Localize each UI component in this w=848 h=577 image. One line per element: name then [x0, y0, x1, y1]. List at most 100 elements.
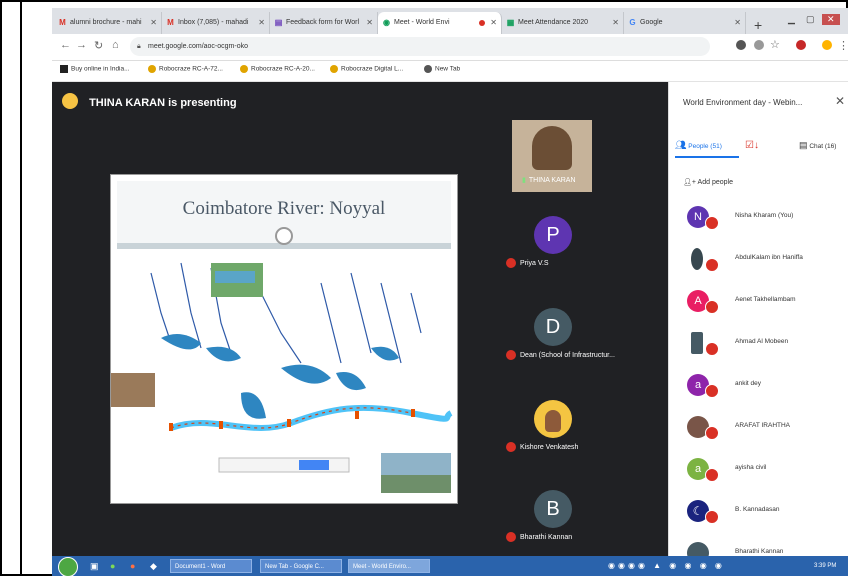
mic-off-icon	[506, 532, 516, 542]
list-item[interactable]: A Aenet Takhellambam	[669, 282, 848, 324]
taskbar-word[interactable]: Document1 - Word	[170, 559, 252, 573]
new-tab-button[interactable]: +	[754, 18, 762, 32]
close-icon[interactable]: ✕	[258, 12, 265, 34]
participant-name: Dean (School of Infrastructur...	[506, 350, 615, 360]
bookmark-item[interactable]: Buy online in India...	[60, 65, 130, 73]
star-icon[interactable]: ☆	[770, 38, 780, 51]
back-icon[interactable]: ←	[60, 39, 71, 51]
url-input[interactable]: 🔒︎ meet.google.com/aoc-ocgm-oko	[130, 37, 710, 56]
close-icon[interactable]: ✕	[734, 12, 741, 34]
add-person-icon: 👤︎+	[683, 179, 696, 186]
taskbar-meet[interactable]: Meet - World Enviro...	[348, 559, 430, 573]
participant-name: ▮ THINA KARAN	[522, 177, 576, 184]
tab-label: Meet Attendance 2020	[518, 19, 589, 26]
globe-icon	[424, 65, 432, 73]
people-icon: 👥︎	[675, 140, 687, 150]
participant-tile[interactable]: Kishore Venkatesh	[506, 388, 592, 460]
participant-tile[interactable]: ▮ THINA KARAN	[512, 120, 592, 192]
app-icon[interactable]: ◆	[150, 559, 157, 573]
list-item[interactable]: Bharathi Kannan	[669, 534, 848, 556]
mic-off-icon	[506, 350, 516, 360]
presentation-slide: Coimbatore River: Noyyal	[110, 174, 458, 504]
meeting-title: World Environment day - Webin...	[683, 98, 803, 107]
activities-icon[interactable]: ☑↓	[745, 140, 759, 151]
mic-off-icon	[705, 510, 719, 524]
close-icon[interactable]: ✕	[490, 12, 497, 34]
url-text: meet.google.com/aoc-ocgm-oko	[148, 43, 248, 50]
app-icon[interactable]: ●	[110, 559, 115, 573]
system-tray[interactable]: ◉◉◉◉ ▲ ◉ ◉ ◉ ◉	[608, 559, 725, 573]
gmail-icon: M	[59, 18, 66, 27]
home-icon[interactable]: ⌂	[112, 39, 119, 51]
list-item[interactable]: Ahmad Al Mobeen	[669, 324, 848, 366]
list-item[interactable]: ARAFAT IRAHTHA	[669, 408, 848, 450]
mic-off-icon	[705, 384, 719, 398]
extension-icon[interactable]	[796, 40, 806, 50]
bookmark-item[interactable]: Robocraze RC-A-72...	[148, 65, 223, 73]
reload-icon[interactable]: ↻	[94, 39, 103, 52]
tab-feedback-form[interactable]: ▤ Feedback form for Worl ✕	[270, 12, 378, 34]
participant-tile[interactable]: D Dean (School of Infrastructur...	[506, 296, 615, 368]
close-icon[interactable]: ✕	[150, 12, 157, 34]
avatar	[534, 400, 572, 438]
mic-off-icon	[705, 468, 719, 482]
tab-alumni-brochure[interactable]: M alumni brochure - mahi ✕	[54, 12, 162, 34]
lock-icon: 🔒︎	[137, 43, 141, 50]
start-button[interactable]	[58, 557, 78, 577]
tab-people[interactable]: 👥︎ People (51)	[675, 140, 722, 151]
robocraze-icon	[148, 65, 156, 73]
participant-tile[interactable]: P Priya V.S	[506, 204, 592, 276]
google-icon: G	[629, 18, 636, 27]
tab-label: Meet - World Envi	[394, 19, 450, 26]
mic-off-icon	[705, 426, 719, 440]
participant-name: Priya V.S	[506, 258, 549, 268]
add-people-button[interactable]: 👤︎+ Add people	[683, 178, 733, 186]
bookmark-item[interactable]: Robocraze RC-A-20...	[240, 65, 315, 73]
cast-icon[interactable]	[754, 40, 764, 50]
bookmark-item[interactable]: New Tab	[424, 65, 460, 73]
gmail-icon: M	[167, 18, 174, 27]
camera-icon[interactable]	[736, 40, 746, 50]
speaking-icon: ▮	[522, 177, 526, 184]
app-icon[interactable]: ●	[130, 559, 135, 573]
taskbar-chrome[interactable]: New Tab - Google C...	[260, 559, 342, 573]
tab-label: Inbox (7,085) - mahadi	[178, 19, 249, 26]
close-icon[interactable]: ✕	[366, 12, 373, 34]
taskbar: ▣ ● ● ◆ Document1 - Word New Tab - Googl…	[52, 556, 848, 577]
tab-google[interactable]: G Google ✕	[624, 12, 746, 34]
tab-chat[interactable]: ▤ Chat (16)	[799, 140, 836, 151]
tab-label: alumni brochure - mahi	[70, 19, 142, 26]
presenter-text: THINA KARAN is presenting	[89, 97, 237, 109]
participant-name: AbdulKalam ibn Haniffa	[735, 254, 803, 261]
tab-inbox[interactable]: M Inbox (7,085) - mahadi ✕	[162, 12, 270, 34]
participant-name: Nisha Kharam (You)	[735, 212, 794, 219]
participant-name: ankit dey	[735, 380, 762, 387]
participant-name: Bharathi Kannan	[735, 548, 784, 555]
close-icon[interactable]: ✕	[612, 12, 619, 34]
presenter-banner: THINA KARAN is presenting	[62, 90, 237, 109]
minimize-icon[interactable]: ▁	[788, 14, 795, 25]
window-close-icon[interactable]: ✕	[822, 14, 840, 25]
participant-name: Aenet Takhellambam	[735, 296, 796, 303]
menu-icon[interactable]: ⋮	[838, 39, 848, 52]
tab-meet[interactable]: ◉ Meet - World Envi ✕	[378, 12, 502, 34]
clock[interactable]: 3:39 PM	[814, 559, 836, 573]
maximize-icon[interactable]: ▢	[806, 14, 815, 25]
side-panel: World Environment day - Webin... ✕ 👥︎ Pe…	[668, 82, 848, 556]
list-item[interactable]: a ankit dey	[669, 366, 848, 408]
list-item[interactable]: AbdulKalam ibn Haniffa	[669, 240, 848, 282]
bookmark-item[interactable]: Robocraze Digital L...	[330, 65, 403, 73]
close-panel-icon[interactable]: ✕	[835, 94, 845, 108]
list-item[interactable]: ☾ B. Kannadasan	[669, 492, 848, 534]
profile-icon[interactable]	[822, 40, 832, 50]
browser-tab-bar: M alumni brochure - mahi ✕ M Inbox (7,08…	[52, 8, 848, 34]
tab-meet-attendance[interactable]: ▦ Meet Attendance 2020 ✕	[502, 12, 624, 34]
list-item[interactable]: a ayisha civil	[669, 450, 848, 492]
explorer-icon[interactable]: ▣	[90, 559, 99, 573]
active-tab-indicator	[675, 156, 739, 158]
forward-icon[interactable]: →	[76, 39, 87, 51]
left-border-line	[20, 0, 22, 576]
participant-tile[interactable]: B Bharathi Kannan	[506, 478, 592, 550]
video-feed	[532, 126, 572, 170]
list-item[interactable]: N Nisha Kharam (You)	[669, 198, 848, 240]
